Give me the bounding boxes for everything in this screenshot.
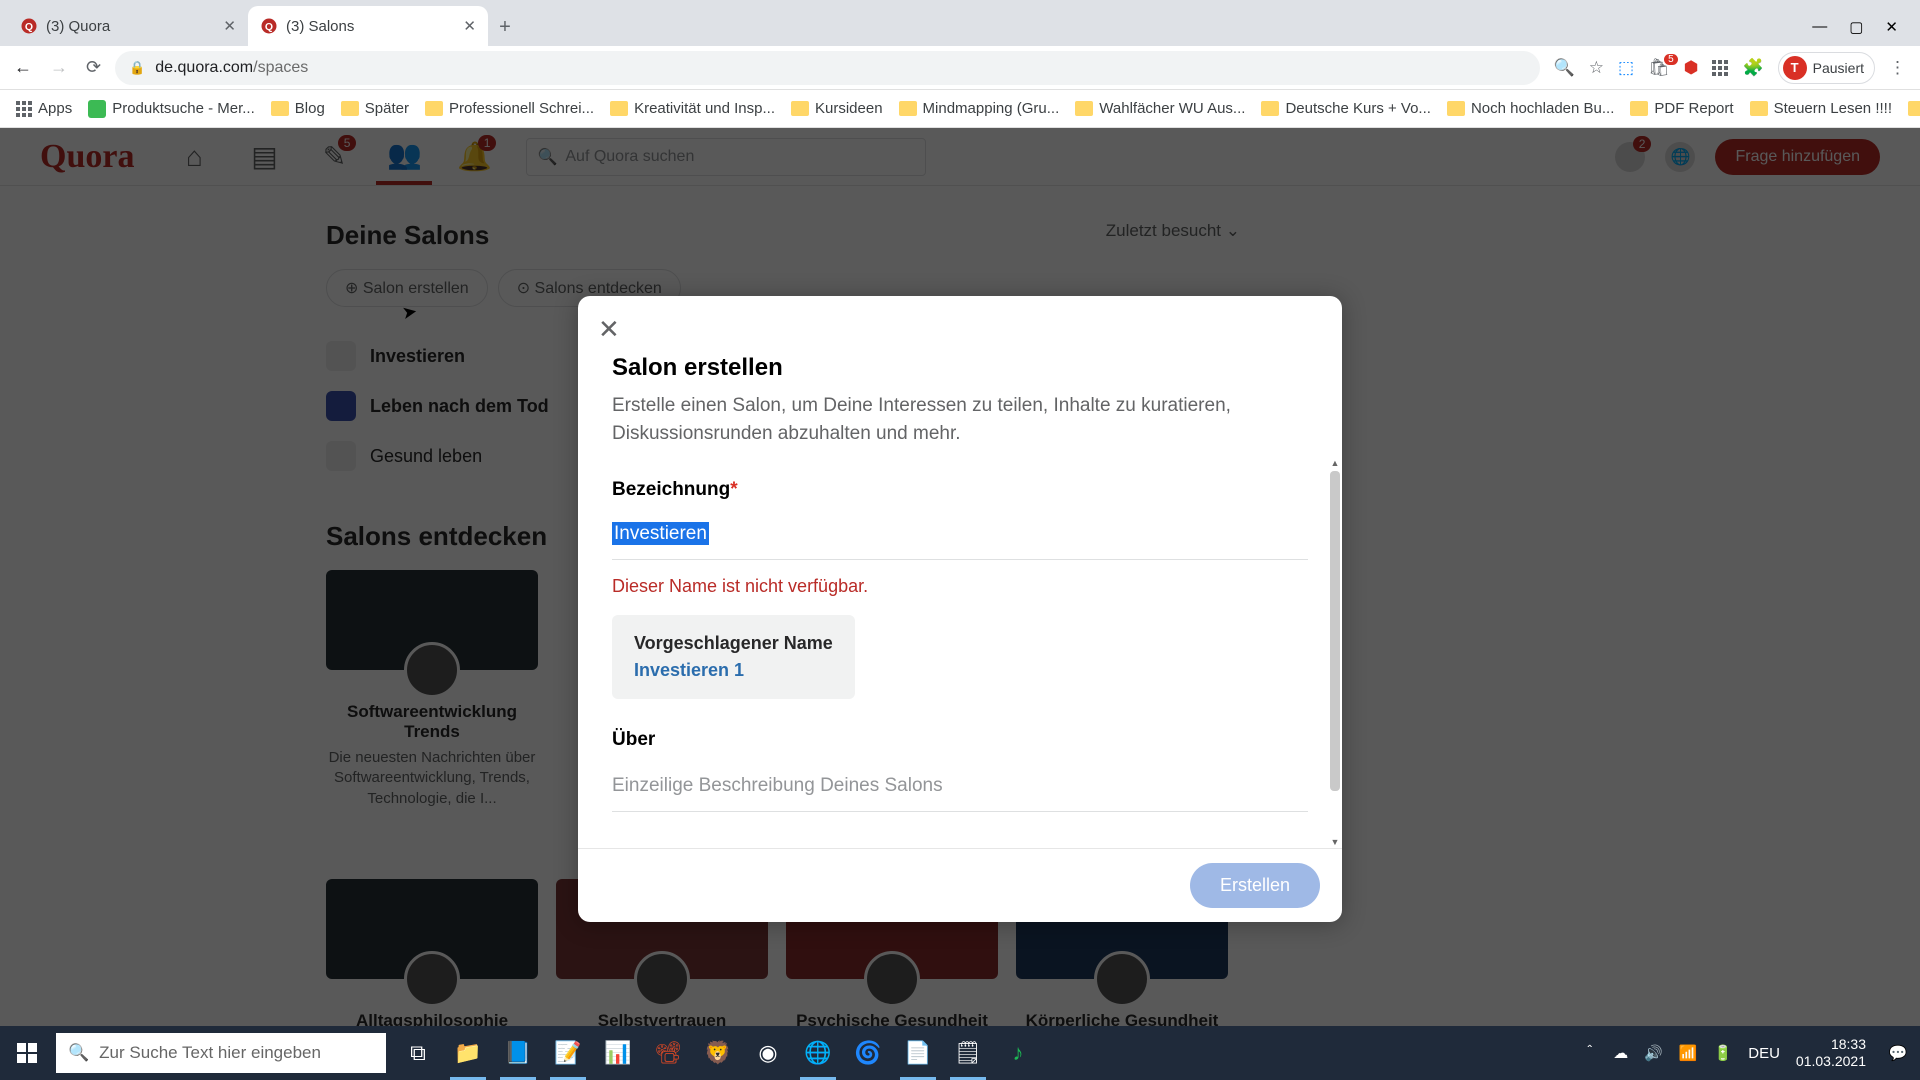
word-app-icon[interactable]: 📝 [544,1026,592,1080]
name-error-message: Dieser Name ist nicht verfügbar. [612,576,1308,597]
name-label: Bezeichnung* [612,479,1308,501]
apps-button[interactable]: Apps [10,96,78,121]
profile-status: Pausiert [1813,60,1864,76]
create-button[interactable]: Erstellen [1190,863,1320,908]
window-minimize-icon[interactable]: — [1812,18,1827,36]
bookmark-item[interactable]: Kursideen [785,96,889,121]
scrollbar-thumb[interactable] [1330,471,1340,791]
lock-icon: 🔒 [129,60,145,76]
svg-text:Q: Q [265,21,273,33]
profile-chip[interactable]: T Pausiert [1778,52,1875,84]
quora-favicon-icon: Q [20,17,38,35]
modal-intro: Erstelle einen Salon, um Deine Interesse… [612,392,1308,447]
obs-app-icon[interactable]: ◉ [744,1026,792,1080]
bookmark-item[interactable]: PDF Report [1624,96,1739,121]
bookmark-item[interactable]: Steuern Lesen !!!! [1744,96,1898,121]
bookmark-item[interactable]: Später [335,96,415,121]
browser-tab[interactable]: Q (3) Quora ✕ [8,6,248,46]
bookmark-item[interactable]: Mindmapping (Gru... [893,96,1066,121]
suggested-name-label: Vorgeschlagener Name [634,633,833,654]
language-indicator[interactable]: DEU [1748,1045,1780,1062]
about-label: Über [612,729,1308,751]
start-button[interactable] [0,1026,54,1080]
notepad-app-icon[interactable]: 🗒 [944,1026,992,1080]
taskbar-clock[interactable]: 18:33 01.03.2021 [1796,1036,1866,1070]
bookmark-item[interactable]: Deutsche Kurs + Vo... [1255,96,1437,121]
chrome-tab-strip: Q (3) Quora ✕ Q (3) Salons ✕ + — ▢ ✕ [0,0,1920,46]
tray-chevron-icon[interactable]: ＾ [1582,1043,1597,1064]
extension-icon[interactable]: ⬚ [1618,58,1634,78]
taskbar-search-input[interactable]: 🔍 Zur Suche Text hier eingeben [56,1033,386,1073]
chrome-app-icon[interactable]: 🌐 [794,1026,842,1080]
window-close-icon[interactable]: ✕ [1885,18,1898,36]
brave-app-icon[interactable]: 🦁 [694,1026,742,1080]
bookmark-item[interactable]: Kreativität und Insp... [604,96,781,121]
app-icon[interactable]: 📄 [894,1026,942,1080]
back-icon[interactable]: ← [14,57,32,78]
url-domain: de.quora.com [155,59,253,76]
scroll-down-icon[interactable]: ▼ [1330,836,1340,848]
suggested-name-value: Investieren 1 [634,660,833,681]
file-explorer-icon[interactable]: 📁 [444,1026,492,1080]
profile-avatar-icon: T [1783,56,1807,80]
network-tray-icon[interactable]: 📶 [1679,1044,1698,1062]
chrome-menu-icon[interactable]: ⋮ [1889,58,1906,78]
extensions-puzzle-icon[interactable]: 🧩 [1742,58,1763,78]
tab-close-icon[interactable]: ✕ [463,17,476,35]
forward-icon[interactable]: → [50,57,68,78]
url-input[interactable]: 🔒 de.quora.com/spaces [115,51,1539,85]
bookmark-item[interactable]: Noch hochladen Bu... [1441,96,1620,121]
bookmark-item[interactable]: Blog [265,96,331,121]
onedrive-tray-icon[interactable]: ☁ [1613,1044,1628,1062]
task-view-icon[interactable]: ⧉ [394,1026,442,1080]
bookmark-item[interactable]: Professionell Schrei... [419,96,600,121]
suggested-name-box[interactable]: Vorgeschlagener Name Investieren 1 [612,615,855,699]
bookmark-star-icon[interactable]: ☆ [1589,58,1604,78]
edge-app-icon[interactable]: 🌀 [844,1026,892,1080]
extension-icon[interactable]: 🛍5 [1648,58,1670,78]
bookmark-item[interactable]: Steuern Videos wic... [1902,96,1920,121]
taskbar-search-placeholder: Zur Suche Text hier eingeben [99,1043,321,1063]
reload-icon[interactable]: ⟳ [86,57,101,78]
close-icon[interactable]: ✕ [598,314,620,345]
browser-tab-active[interactable]: Q (3) Salons ✕ [248,6,488,46]
zoom-icon[interactable]: 🔍 [1554,58,1575,78]
mail-app-icon[interactable]: 📘 [494,1026,542,1080]
quora-favicon-icon: Q [260,17,278,35]
modal-title: Salon erstellen [612,354,1308,382]
excel-app-icon[interactable]: 📊 [594,1026,642,1080]
battery-tray-icon[interactable]: 🔋 [1714,1044,1733,1062]
search-icon: 🔍 [68,1043,89,1063]
create-space-modal: ✕ Salon erstellen Erstelle einen Salon, … [578,296,1342,922]
tab-title: (3) Quora [46,18,110,35]
bookmark-item[interactable]: Wahlfächer WU Aus... [1069,96,1251,121]
adblock-icon[interactable]: ⬢ [1684,58,1699,78]
action-center-icon[interactable]: 💬 [1882,1037,1914,1069]
windows-taskbar: 🔍 Zur Suche Text hier eingeben ⧉ 📁 📘 📝 📊… [0,1026,1920,1080]
tab-title: (3) Salons [286,18,354,35]
svg-text:Q: Q [25,21,33,33]
powerpoint-app-icon[interactable]: 📽 [644,1026,692,1080]
extension-icon[interactable] [1712,60,1728,76]
about-input[interactable]: Einzeilige Beschreibung Deines Salons [612,767,1308,812]
tab-close-icon[interactable]: ✕ [223,17,236,35]
volume-tray-icon[interactable]: 🔊 [1644,1044,1663,1062]
window-maximize-icon[interactable]: ▢ [1849,18,1863,36]
address-bar: ← → ⟳ 🔒 de.quora.com/spaces 🔍 ☆ ⬚ 🛍5 ⬢ 🧩… [0,46,1920,90]
name-input[interactable]: Investieren [612,515,1308,560]
new-tab-button[interactable]: + [488,10,522,44]
spotify-app-icon[interactable]: ♪ [994,1026,1042,1080]
bookmark-item[interactable]: Produktsuche - Mer... [82,96,261,122]
scroll-up-icon[interactable]: ▲ [1330,457,1340,469]
modal-scrollbar[interactable]: ▲ ▼ [1330,457,1340,848]
bookmarks-bar: Apps Produktsuche - Mer... Blog Später P… [0,90,1920,128]
url-path: /spaces [253,59,308,76]
